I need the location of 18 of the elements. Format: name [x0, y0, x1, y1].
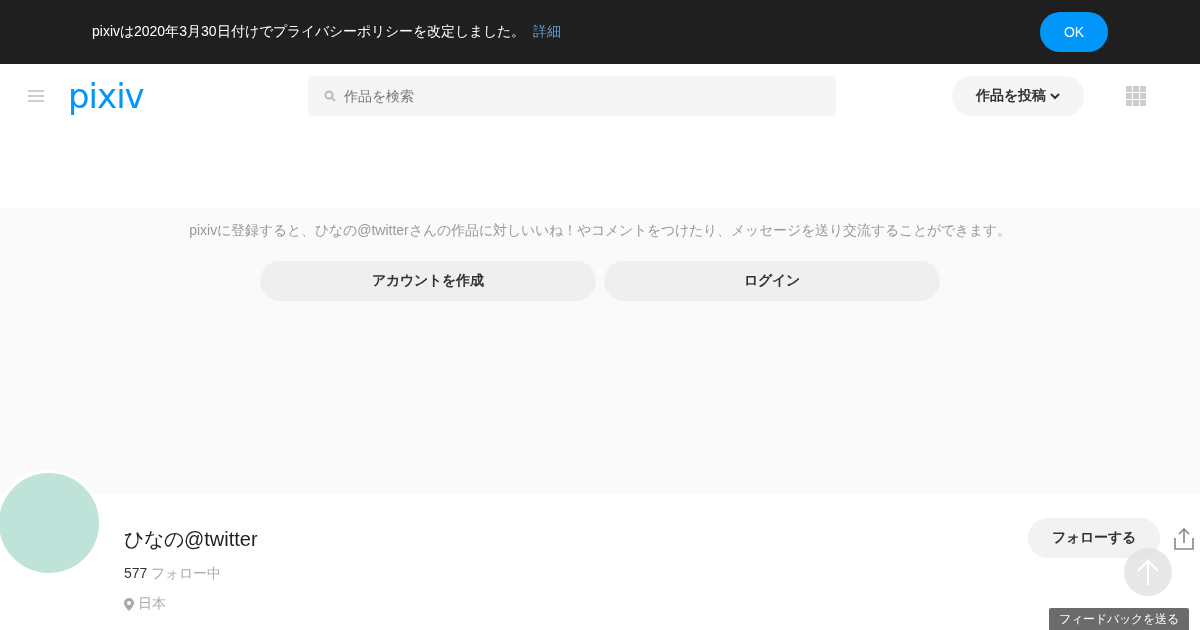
follow-button[interactable]: フォローする [1028, 518, 1160, 558]
menu-icon[interactable] [28, 90, 44, 102]
search-field[interactable]: 作品を検索 [308, 76, 836, 116]
following-count[interactable]: 577 [124, 565, 148, 581]
details-link[interactable]: 詳細 [532, 23, 561, 41]
signup-button[interactable]: アカウントを作成 [260, 261, 596, 301]
post-button[interactable]: 作品を投稿 [952, 76, 1084, 116]
user-name: ひなの@twitter [124, 527, 258, 552]
signup-message: pixivに登録すると、ひなの@twitterさんの作品に対しいいね！やコメントをつけたり、メッセージを送り交流することができます。 [189, 222, 1011, 240]
chevron-down-icon [1050, 92, 1060, 100]
feedback-button[interactable]: フィードバックを送る [1049, 608, 1189, 630]
apps-grid-icon[interactable] [1126, 86, 1146, 106]
signup-button[interactable]: ログイン [604, 261, 940, 301]
share-icon[interactable] [1174, 528, 1194, 550]
location-pin-icon [124, 597, 134, 611]
arrow-up-icon [1136, 559, 1160, 585]
notice-text: pixivは2020年3月30日付けでプライバシーポリシーを改定しました。 [92, 23, 525, 41]
location-text: 日本 [138, 595, 166, 613]
